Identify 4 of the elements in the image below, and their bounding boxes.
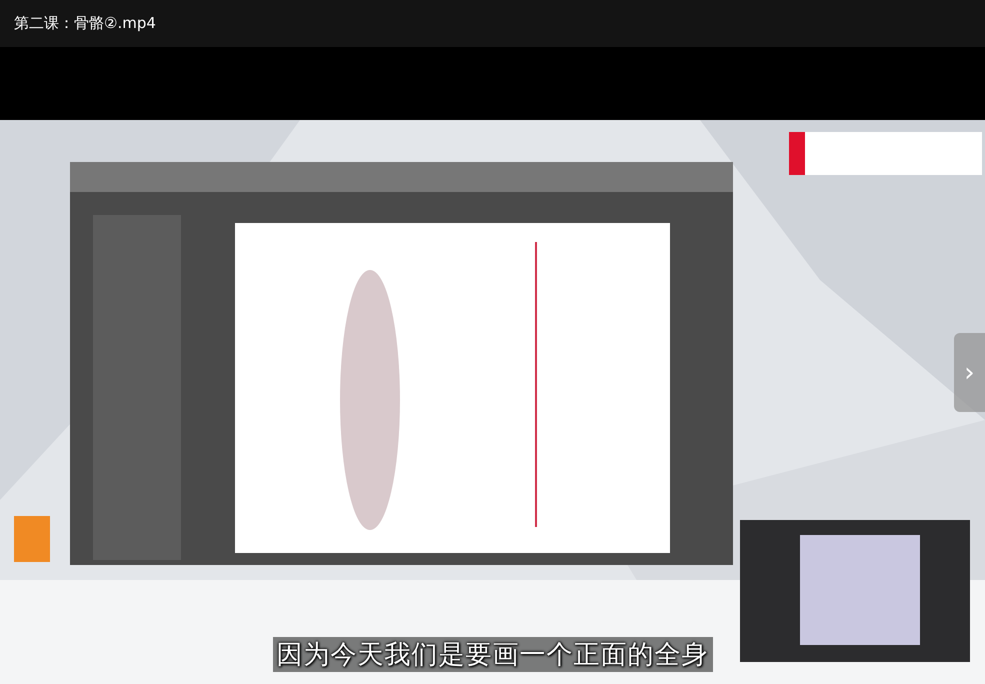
next-button[interactable]: ›: [954, 333, 985, 412]
video-player[interactable]: 因为今天我们是要画一个正面的全身 ›: [0, 120, 985, 684]
video-title: 第二课：骨骼②.mp4: [14, 14, 156, 33]
subtitle: 因为今天我们是要画一个正面的全身: [272, 637, 712, 672]
